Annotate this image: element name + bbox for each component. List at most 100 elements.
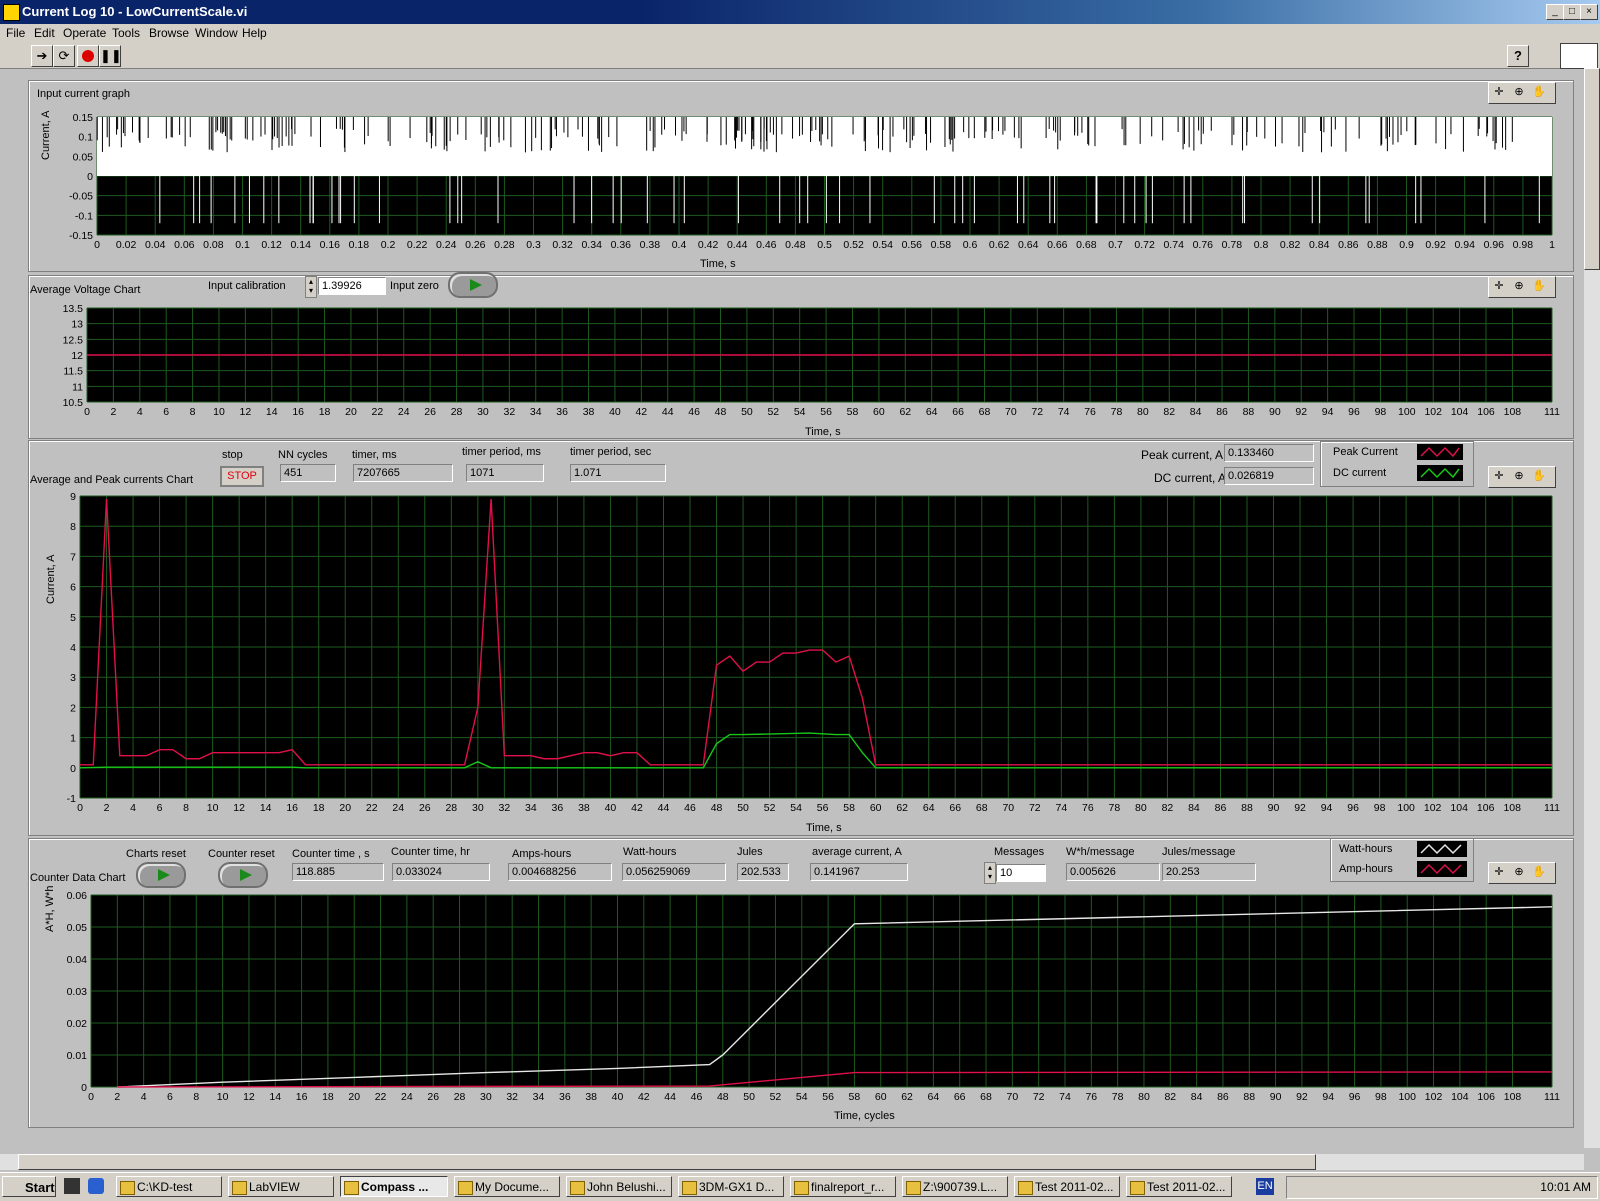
menu-browse[interactable]: Browse [149,26,189,40]
taskbar-item[interactable]: LabVIEW [228,1176,334,1197]
legend-dc-current: DC current [1333,467,1387,479]
taskbar-item[interactable]: My Docume... [454,1176,560,1197]
input-current-graph-label: Input current graph [37,88,130,100]
messages-label: Messages [994,846,1045,858]
counter-time-hr-field: 0.033024 [392,863,490,881]
stop-button[interactable]: STOP [220,466,264,487]
minimize-button[interactable]: _ [1546,4,1564,20]
folder-icon [120,1181,135,1195]
system-tray: 10:01 AM [1286,1176,1598,1199]
zoom-icon[interactable]: ⊕ [1509,863,1529,881]
folder-icon [458,1181,473,1195]
pan-hand-icon[interactable]: ✋ [1529,467,1549,485]
legend-watt-hours: Watt-hours [1339,843,1393,855]
cursor-icon[interactable]: ✛ [1489,863,1509,881]
menu-file[interactable]: File [6,26,25,40]
title-bar: Current Log 10 - LowCurrentScale.vi _ □ … [0,0,1600,24]
menu-operate[interactable]: Operate [63,26,106,40]
taskbar-item-active[interactable]: Compass ... [340,1176,448,1197]
vertical-scrollbar-thumb[interactable] [1584,68,1600,270]
timer-ms-label: timer, ms [352,449,397,461]
help-icon[interactable]: ? [1507,45,1529,67]
horizontal-scrollbar[interactable] [0,1154,1584,1170]
taskbar-item[interactable]: C:\KD-test [116,1176,222,1197]
clock[interactable]: 10:01 AM [1540,1180,1591,1194]
messages-stepper[interactable]: ▴ ▾ [984,862,996,884]
graph3-palette: ✛ ⊕ ✋ [1488,466,1556,488]
firefox-icon [570,1181,585,1195]
zoom-icon[interactable]: ⊕ [1509,467,1529,485]
pan-hand-icon[interactable]: ✋ [1529,83,1549,101]
input-calibration-label: Input calibration [208,280,286,292]
language-indicator[interactable]: EN [1256,1178,1274,1195]
dc-current-field: 0.026819 [1224,467,1314,485]
graph1-palette: ✛ ⊕ ✋ [1488,82,1556,104]
amp-hours-label: Amps-hours [512,848,572,860]
graph3-xlabel: Time, s [806,822,842,834]
toolbar: ➔ ⟳ ❚❚ ? [0,42,1600,69]
run-arrow-icon[interactable]: ➔ [31,45,53,67]
charts-reset-label: Charts reset [126,848,186,860]
pdf-icon [682,1181,697,1195]
timer-period-sec-field: 1.071 [570,464,666,482]
run-continuous-icon[interactable]: ⟳ [53,45,75,67]
graph1-ylabel: Current, A [40,110,52,160]
input-calibration-field[interactable]: 1.39926 [318,277,386,295]
close-button[interactable]: × [1580,4,1598,20]
avg-peak-chart-label: Average and Peak currents Chart [30,474,194,486]
counter-time-s-field: 118.885 [292,863,384,881]
calibration-stepper[interactable]: ▴ ▾ [305,276,317,298]
horizontal-scrollbar-thumb[interactable] [18,1154,1316,1170]
cursor-icon[interactable]: ✛ [1489,467,1509,485]
input-zero-button[interactable] [448,272,498,298]
peak-current-field: 0.133460 [1224,444,1314,462]
pan-hand-icon[interactable]: ✋ [1529,277,1549,295]
pan-hand-icon[interactable]: ✋ [1529,863,1549,881]
wh-per-msg-label: W*h/message [1066,846,1135,858]
start-label: Start [25,1180,55,1195]
taskbar-item[interactable]: Test 2011-02... [1014,1176,1120,1197]
jules-field: 202.533 [737,863,789,881]
zoom-icon[interactable]: ⊕ [1509,277,1529,295]
ie-quicklaunch-icon[interactable] [88,1178,104,1194]
labview-icon [232,1181,247,1195]
messages-field[interactable]: 10 [996,864,1046,882]
maximize-button[interactable]: □ [1563,4,1581,20]
labview-icon [344,1181,359,1195]
menu-help[interactable]: Help [242,26,267,40]
cursor-icon[interactable]: ✛ [1489,83,1509,101]
graph4-xlabel: Time, cycles [834,1110,895,1122]
graph2-xlabel: Time, s [805,426,841,438]
cmd-quicklaunch-icon[interactable] [64,1178,80,1194]
pause-icon[interactable]: ❚❚ [99,45,122,67]
abort-stop-icon[interactable] [77,45,99,67]
taskbar-item[interactable]: Z:\900739.L... [902,1176,1008,1197]
taskbar: Start C:\KD-test LabVIEW Compass ... My … [0,1172,1600,1201]
stop-label: stop [222,449,243,461]
taskbar-item[interactable]: 3DM-GX1 D... [678,1176,784,1197]
avg-voltage-chart-panel [28,275,1574,439]
currents-legend: Peak Current DC current [1320,441,1474,487]
nn-cycles-label: NN cycles [278,449,328,461]
counter-reset-button[interactable] [218,862,268,888]
notepad-icon [1018,1181,1033,1195]
taskbar-item[interactable]: John Belushi... [566,1176,672,1197]
timer-ms-field: 7207665 [353,464,453,482]
timer-period-ms-field: 1071 [466,464,544,482]
timer-period-sec-label: timer period, sec [570,446,652,458]
menu-window[interactable]: Window [195,26,238,40]
vertical-scrollbar[interactable] [1584,68,1600,1148]
taskbar-item[interactable]: Test 2011-02... [1126,1176,1232,1197]
charts-reset-button[interactable] [136,862,186,888]
zoom-icon[interactable]: ⊕ [1509,83,1529,101]
taskbar-item[interactable]: finalreport_r... [790,1176,896,1197]
labview-app-icon [3,4,20,21]
cursor-icon[interactable]: ✛ [1489,277,1509,295]
window-title: Current Log 10 - LowCurrentScale.vi [22,4,248,19]
legend-amp-hours: Amp-hours [1339,863,1393,875]
menu-edit[interactable]: Edit [34,26,55,40]
start-button[interactable]: Start [2,1176,56,1197]
legend-peak-current: Peak Current [1333,446,1398,458]
menu-tools[interactable]: Tools [112,26,140,40]
legend-dc-swatch [1417,465,1463,481]
